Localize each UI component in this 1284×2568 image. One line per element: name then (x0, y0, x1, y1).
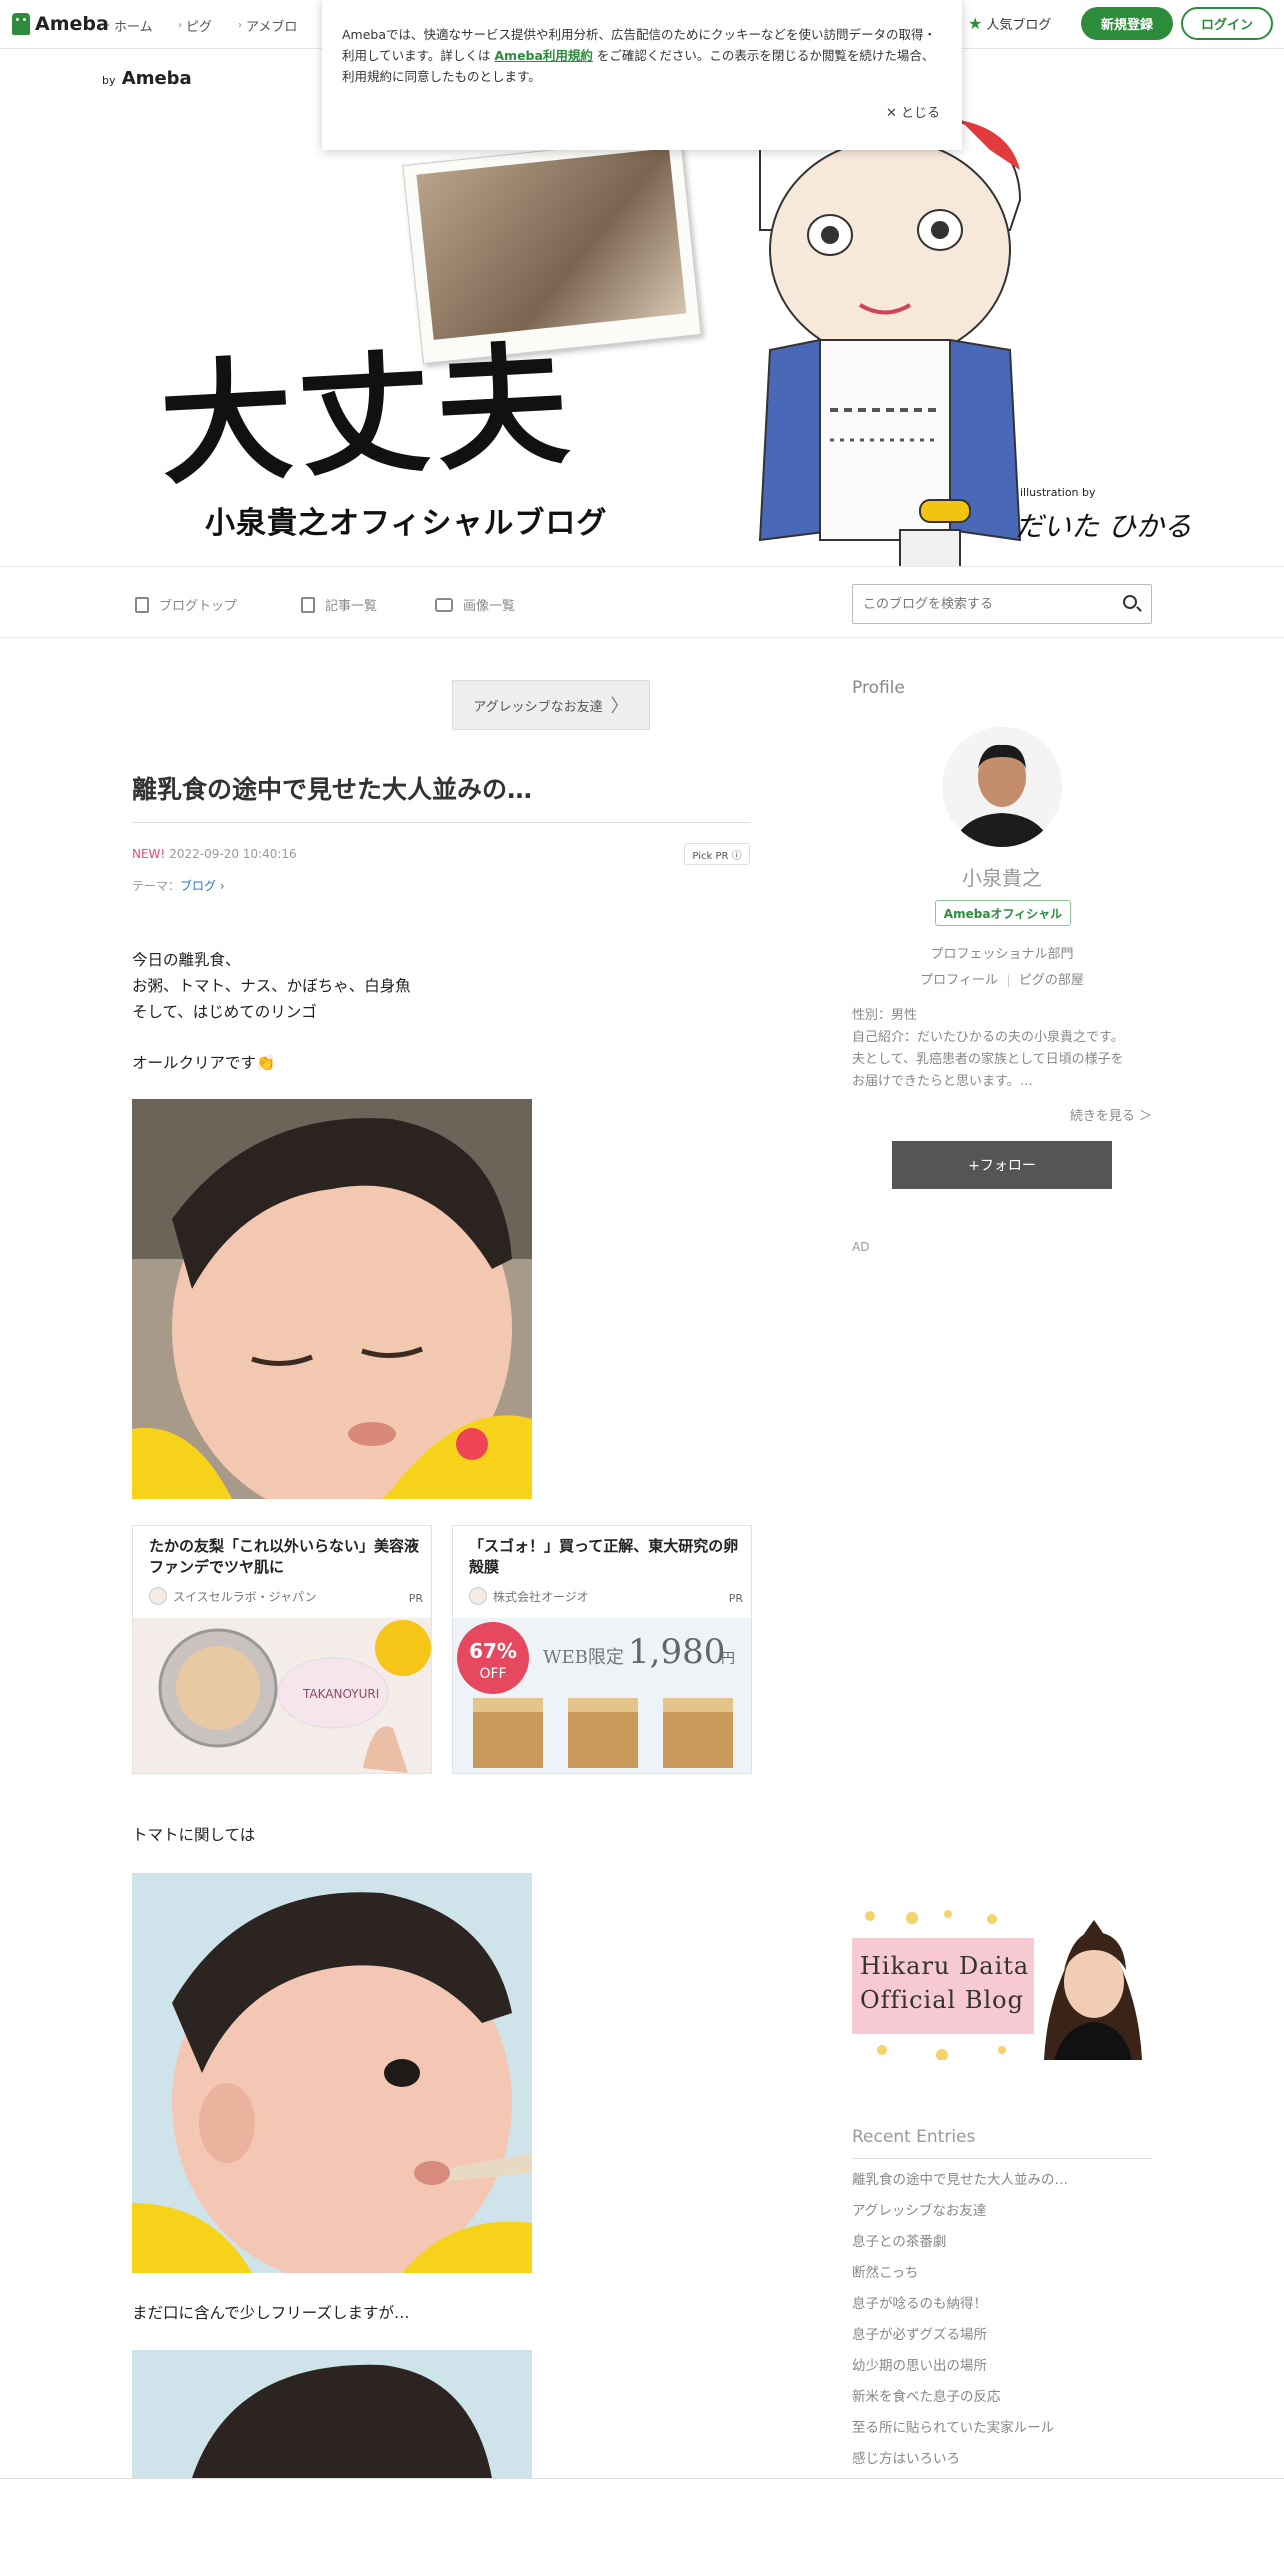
search-icon[interactable] (1123, 595, 1137, 609)
chevron-right-icon: › (106, 20, 110, 31)
official-badge: Amebaオフィシャル (935, 900, 1071, 926)
blog-search (852, 584, 1152, 624)
hikaru-daita-blog-banner[interactable]: Hikaru Daita Official Blog (852, 1910, 1152, 2060)
illustrator-signature: だいた ひかる (1015, 510, 1192, 543)
blog-search-input[interactable] (863, 585, 1103, 623)
price-text: 1,980 (628, 1632, 725, 1672)
recent-entry-link[interactable]: 息子との茶番劇 (852, 2232, 1152, 2263)
copy-icon (301, 596, 315, 613)
entry-list-link[interactable]: 記事一覧 (301, 595, 377, 614)
recent-entry-link[interactable]: 息子が必ずグズる場所 (852, 2325, 1152, 2356)
nav-home[interactable]: › ホーム (106, 16, 153, 35)
ad-label: AD (852, 1240, 870, 1254)
prev-entry-button[interactable]: アグレッシブなお友達〉 (452, 680, 650, 730)
advertiser-logo-icon (149, 1587, 167, 1605)
ad-card-1[interactable]: たかの友梨「これ以外いらない」美容液ファンデでツヤ肌に スイスセルラボ・ジャパン… (132, 1525, 432, 1774)
recent-entry-link[interactable]: 息子が唸るのも納得！ (852, 2294, 1152, 2325)
blog-top-link[interactable]: ブログトップ (135, 595, 237, 614)
divider (132, 822, 751, 823)
department-link[interactable]: プロフェッショナル部門 (852, 943, 1152, 962)
profile-name[interactable]: 小泉貴之 (852, 862, 1152, 891)
nav-pigg[interactable]: › ピグ (178, 16, 212, 35)
close-icon: ✕ (885, 106, 901, 121)
camera-icon (435, 597, 453, 612)
entry-paragraph-1: 今日の離乳食、 お粥、トマト、ナス、かぼちゃ、白身魚 そして、はじめてのリンゴ (132, 951, 411, 1021)
profile-links: プロフィール ピグの部屋 (852, 969, 1152, 988)
price-label-text: WEB限定 (543, 1647, 624, 1668)
chevron-right-icon: › (238, 20, 242, 31)
entry-paragraph-2: オールクリアです👏 (132, 1054, 276, 1072)
by-ameba-logo: by Ameba (102, 68, 192, 89)
profile-link[interactable]: プロフィール (920, 973, 998, 988)
pr-label: PR (408, 1592, 423, 1605)
entry-theme: テーマ：ブログ › (132, 879, 225, 893)
ad-brand-text: TAKANOYURI (302, 1687, 379, 1701)
ad-image: TAKANOYURI (133, 1618, 431, 1773)
baby-photo-3[interactable] (132, 2350, 532, 2478)
document-icon (135, 596, 149, 613)
recent-entry-link[interactable]: アグレッシブなお友達 (852, 2201, 1152, 2232)
discount-sub-text: OFF (479, 1666, 506, 1682)
ad-title: 「スゴォ！」買って正解、東大研究の卵殻膜 (469, 1537, 739, 1576)
pr-label: PR (728, 1592, 743, 1605)
entry-paragraph-4: まだ口に含んで少しフリーズしますが… (132, 2304, 410, 2322)
hikaru-portrait (1034, 1910, 1152, 2060)
recent-entry-link[interactable]: 感じ方はいろいろ (852, 2449, 1152, 2480)
read-more-link[interactable]: 続きを見る ＞ (852, 1105, 1152, 1124)
cookie-close-button[interactable]: ✕ とじる (886, 103, 940, 124)
theme-link[interactable]: ブログ › (180, 879, 225, 893)
pick-pr-button[interactable]: Pick PR ⓘ (684, 843, 750, 865)
recent-entry-link[interactable]: 離乳食の途中で見せた大人並みの… (852, 2170, 1152, 2201)
star-icon: ★ (968, 14, 983, 33)
nav-ameblo[interactable]: › アメブロ (238, 16, 297, 35)
blog-subtitle: 小泉貴之オフィシャルブログ (205, 506, 608, 541)
cookie-consent-dialog: Amebaでは、快適なサービス提供や利用分析、広告配信のためにクッキーなどを使い… (322, 0, 962, 150)
discount-text: 67% (469, 1639, 517, 1663)
ameba-logo[interactable]: Ameba (12, 12, 109, 36)
ad-advertiser: 株式会社オージオ (469, 1587, 589, 1605)
profile-heading: Profile (852, 678, 905, 698)
baby-photo-2[interactable] (132, 1873, 532, 2273)
ameba-mascot-icon (12, 13, 30, 35)
chevron-right-icon: › (178, 20, 182, 31)
ad-card-2[interactable]: 「スゴォ！」買って正解、東大研究の卵殻膜 株式会社オージオ PR 67% OFF… (452, 1525, 752, 1774)
terms-link[interactable]: Ameba利用規約 (494, 48, 593, 63)
entry-meta: NEW! 2022-09-20 10:40:16 (132, 847, 297, 861)
login-button[interactable]: ログイン (1181, 7, 1273, 40)
recent-entry-link[interactable]: 新米を食べた息子の反応 (852, 2387, 1152, 2418)
pigg-room-link[interactable]: ピグの部屋 (1019, 973, 1084, 988)
banner-title-line2: Official Blog (860, 1986, 1024, 2014)
signup-button[interactable]: 新規登録 (1081, 7, 1173, 40)
ad-advertiser: スイスセルラボ・ジャパン (149, 1587, 317, 1605)
banner-title-line1: Hikaru Daita (860, 1952, 1030, 1980)
footer-divider (0, 2478, 1284, 2479)
price-unit-text: 円 (721, 1651, 735, 1667)
ad-title: たかの友梨「これ以外いらない」美容液ファンデでツヤ肌に (149, 1537, 420, 1576)
blog-title-art: 大丈夫 (156, 328, 579, 504)
advertiser-logo-icon (469, 1587, 487, 1605)
recent-entry-link[interactable]: 至る所に貼られていた実家ルール (852, 2418, 1152, 2449)
illustration-credit-label: illustration by (1020, 486, 1096, 499)
avatar[interactable] (942, 727, 1062, 847)
recent-entries-heading: Recent Entries (852, 2127, 976, 2147)
ad-image: 67% OFF WEB限定 1,980 円 (453, 1618, 751, 1773)
entry-paragraph-3: トマトに関しては (132, 1826, 256, 1844)
blog-navigation: ブログトップ 記事一覧 画像一覧 (0, 566, 1284, 638)
baby-photo-1[interactable] (132, 1099, 532, 1499)
divider (852, 2158, 1152, 2159)
entry-title[interactable]: 離乳食の途中で見せた大人並みの… (132, 770, 532, 806)
new-badge: NEW! (132, 847, 166, 861)
character-illustration (758, 110, 1022, 566)
chevron-right-icon: 〉 (610, 696, 629, 717)
profile-info: 性別：男性 自己紹介：だいたひかるの夫の小泉貴之です。 夫として、乳癌患者の家族… (852, 1008, 1124, 1089)
recent-entries-list: 離乳食の途中で見せた大人並みの… アグレッシブなお友達 息子との茶番劇 断然こっ… (852, 2170, 1152, 2480)
recent-entry-link[interactable]: 断然こっち (852, 2263, 1152, 2294)
recent-entry-link[interactable]: 幼少期の思い出の場所 (852, 2356, 1152, 2387)
follow-button[interactable]: +フォロー (892, 1141, 1112, 1189)
entry-datetime: 2022-09-20 10:40:16 (169, 847, 297, 861)
image-list-link[interactable]: 画像一覧 (435, 595, 515, 614)
popular-blogs-link[interactable]: ★ 人気ブログ (968, 14, 1051, 33)
